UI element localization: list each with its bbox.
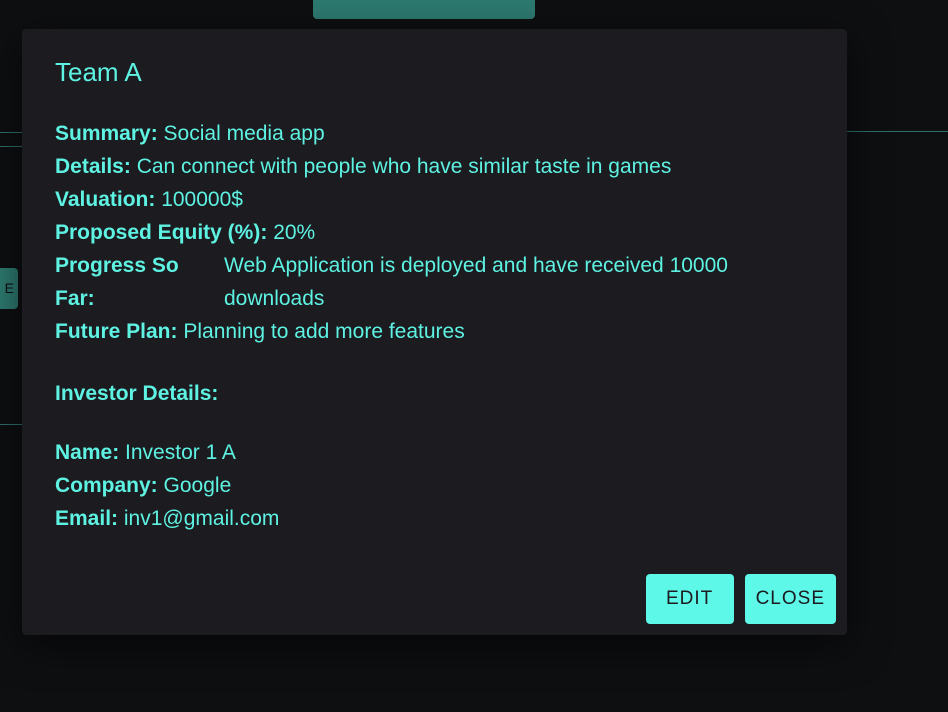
dialog-title: Team A [55,57,142,87]
background-divider [847,131,948,132]
field-details: Details: Can connect with people who hav… [55,150,815,183]
field-future-plan: Future Plan: Planning to add more featur… [55,315,815,348]
field-value: Google [163,474,232,497]
field-label: Name: [55,441,120,464]
edit-button[interactable]: EDIT [645,574,734,624]
investor-company: Company: Google [55,469,815,502]
field-value: 100000$ [161,188,243,211]
investor-email: Email: inv1@gmail.com [55,502,815,535]
field-proposed-equity: Proposed Equity (%): 20% [55,216,815,249]
background-top-button [313,0,535,19]
field-value: 20% [273,221,316,244]
field-label: Summary: [55,122,158,145]
field-value: Investor 1 A [125,441,236,464]
background-side-button: E [0,268,18,309]
background-divider [0,424,22,425]
team-fields: Summary: Social media app Details: Can c… [55,117,815,348]
background-divider [0,132,22,133]
field-summary: Summary: Social media app [55,117,815,150]
team-details-dialog: Team A Summary: Social media app Details… [22,29,847,635]
field-value: Can connect with people who have similar… [136,155,672,178]
field-value: inv1@gmail.com [123,507,280,530]
dialog-actions: EDIT CLOSE [645,574,836,624]
background-divider [0,146,22,147]
field-value: Social media app [163,122,325,145]
field-label: Future Plan: [55,320,178,343]
investor-name: Name: Investor 1 A [55,436,815,469]
field-valuation: Valuation: 100000$ [55,183,815,216]
field-label: Details: [55,155,131,178]
field-label: Email: [55,507,119,530]
field-value: Web Application is deployed and have rec… [224,254,728,310]
field-label: Valuation: [55,188,156,211]
field-progress: Progress So Far: Web Application is depl… [55,249,815,315]
field-label: Company: [55,474,158,497]
field-label: Progress So Far: [55,254,179,310]
field-value: Planning to add more features [183,320,465,343]
field-label: Proposed Equity (%): [55,221,268,244]
close-button[interactable]: CLOSE [744,574,836,624]
investor-section-title: Investor Details: [55,382,219,405]
investor-fields: Name: Investor 1 A Company: Google Email… [55,436,815,535]
